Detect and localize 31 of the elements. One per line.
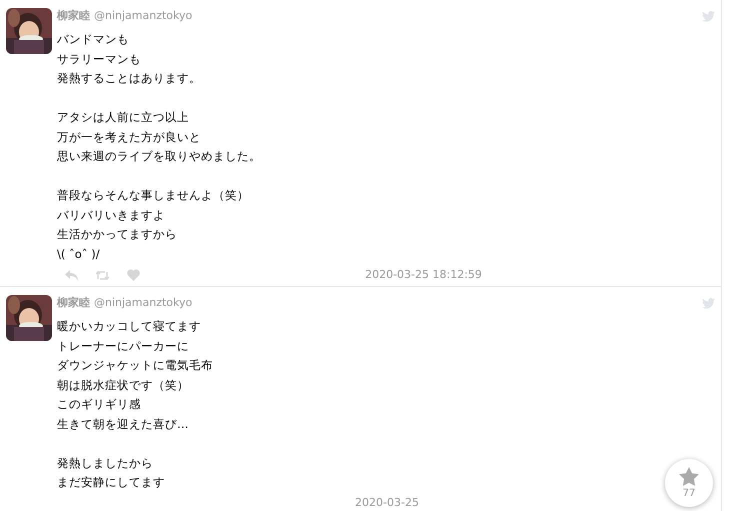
tweet-text-line: \( ˆoˆ )/ bbox=[57, 246, 100, 262]
tweet-text-line: トレーナーにパーカーに bbox=[57, 338, 189, 354]
tweet-text-line: バリバリいきますよ bbox=[57, 206, 165, 224]
tweet-text-line: 思い来週のライブを取りやめました。 bbox=[57, 148, 261, 165]
reply-icon[interactable] bbox=[65, 270, 78, 280]
retweet-icon[interactable] bbox=[96, 270, 109, 280]
timestamp[interactable]: 2020-03-25 bbox=[355, 495, 427, 511]
bird-icon bbox=[702, 298, 715, 308]
author-handle[interactable]: @ninjamanztokyo bbox=[94, 294, 192, 312]
tweet-text-line: このギリギリ感 bbox=[57, 396, 141, 413]
favorite-button[interactable]: 77 bbox=[665, 459, 713, 507]
tweet-text-line: 発熱することはあります。 bbox=[57, 70, 201, 87]
tweet-text-line: サラリーマンも bbox=[57, 50, 141, 68]
tweet-text-line: アタシは人前に立つ以上 bbox=[57, 109, 189, 126]
timestamp[interactable]: 2020-03-25 18:12:59 bbox=[365, 266, 490, 284]
bird-icon bbox=[702, 10, 715, 22]
tweet-text-line: バンドマンも bbox=[57, 31, 129, 48]
star-icon bbox=[679, 467, 699, 486]
tweet-text-line: 生活かかってますから bbox=[57, 226, 177, 243]
tweet-text-line: 発熱しましたから bbox=[57, 454, 153, 472]
tweet-text-line: 万が一を考えた方が良いと bbox=[57, 128, 201, 146]
author-name[interactable]: 柳家睦 bbox=[57, 294, 90, 312]
tweet-text-line: まだ安静にしてます bbox=[57, 474, 165, 491]
tweet-text-line: 生きて朝を迎えた喜び… bbox=[57, 416, 188, 432]
tweet-text-line: 暖かいカッコして寝てます bbox=[57, 318, 201, 335]
heart-icon[interactable] bbox=[127, 269, 140, 281]
tweet-text-line: 普段ならそんな事しませんよ（笑） bbox=[57, 187, 249, 204]
author-name[interactable]: 柳家睦 bbox=[57, 8, 90, 24]
tweet-text-line: ダウンジャケットに電気毛布 bbox=[57, 357, 213, 374]
tweet-text-line: 朝は脱水症状です（笑） bbox=[57, 376, 189, 394]
author-handle[interactable]: @ninjamanztokyo bbox=[94, 8, 192, 24]
